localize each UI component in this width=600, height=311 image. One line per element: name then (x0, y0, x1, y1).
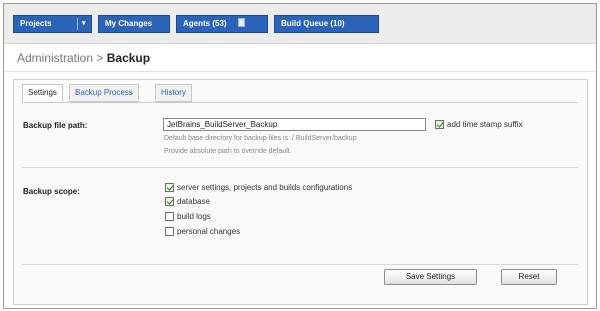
agent-icon (237, 18, 245, 27)
page-title: Backup (106, 51, 151, 65)
projects-button[interactable]: Projects ▾ (13, 15, 92, 33)
reset-button[interactable]: Reset (501, 269, 557, 285)
section-divider (22, 167, 578, 168)
footer-divider (22, 264, 578, 265)
breadcrumb: Administration > Backup (17, 51, 150, 65)
scope-personal-changes-checkbox[interactable] (165, 227, 174, 236)
projects-separator (77, 18, 78, 30)
backup-scope-label: Backup scope: (23, 187, 80, 196)
tab-underline (22, 102, 578, 103)
tab-history[interactable]: History (155, 84, 192, 102)
backup-file-path-label: Backup file path: (23, 121, 88, 130)
breadcrumb-separator: > (96, 51, 104, 65)
breadcrumb-parent-link[interactable]: Administration (17, 51, 93, 65)
build-queue-button[interactable]: Build Queue (10) (274, 15, 379, 33)
my-changes-label: My Changes (105, 19, 153, 28)
tab-backup-process[interactable]: Backup Process (69, 84, 139, 102)
backup-settings-panel: Settings Backup Process History Backup f… (13, 79, 588, 305)
agents-button[interactable]: Agents (53) (176, 15, 268, 33)
chevron-down-icon[interactable]: ▾ (82, 16, 86, 32)
scope-build-logs-checkbox[interactable] (165, 212, 174, 221)
timestamp-suffix-checkbox[interactable] (435, 120, 444, 129)
scope-server-settings-label: server settings, projects and builds con… (177, 183, 353, 192)
agents-label: Agents (53) (183, 19, 227, 28)
tab-settings[interactable]: Settings (22, 84, 63, 103)
projects-label: Projects (20, 19, 52, 28)
top-navigation: Projects ▾ My Changes Agents (53) Build … (4, 4, 596, 44)
page-frame: Projects ▾ My Changes Agents (53) Build … (3, 3, 597, 309)
save-settings-button[interactable]: Save Settings (384, 269, 477, 285)
my-changes-button[interactable]: My Changes (98, 15, 170, 33)
scope-personal-changes-label: personal changes (177, 227, 241, 236)
scope-database-checkbox[interactable] (165, 197, 174, 206)
absolute-path-hint: Provide absolute path to override defaul… (164, 148, 292, 155)
default-directory-hint: Default base directory for backup files … (164, 135, 357, 142)
build-queue-label: Build Queue (10) (281, 19, 345, 28)
header-divider (4, 71, 596, 72)
scope-build-logs-label: build logs (177, 212, 211, 221)
backup-file-path-input[interactable]: JetBrains_BuildServer_Backup (163, 118, 426, 131)
scope-database-label: database (177, 197, 210, 206)
scope-server-settings-checkbox[interactable] (165, 183, 174, 192)
timestamp-suffix-label: add time stamp suffix (447, 120, 523, 129)
